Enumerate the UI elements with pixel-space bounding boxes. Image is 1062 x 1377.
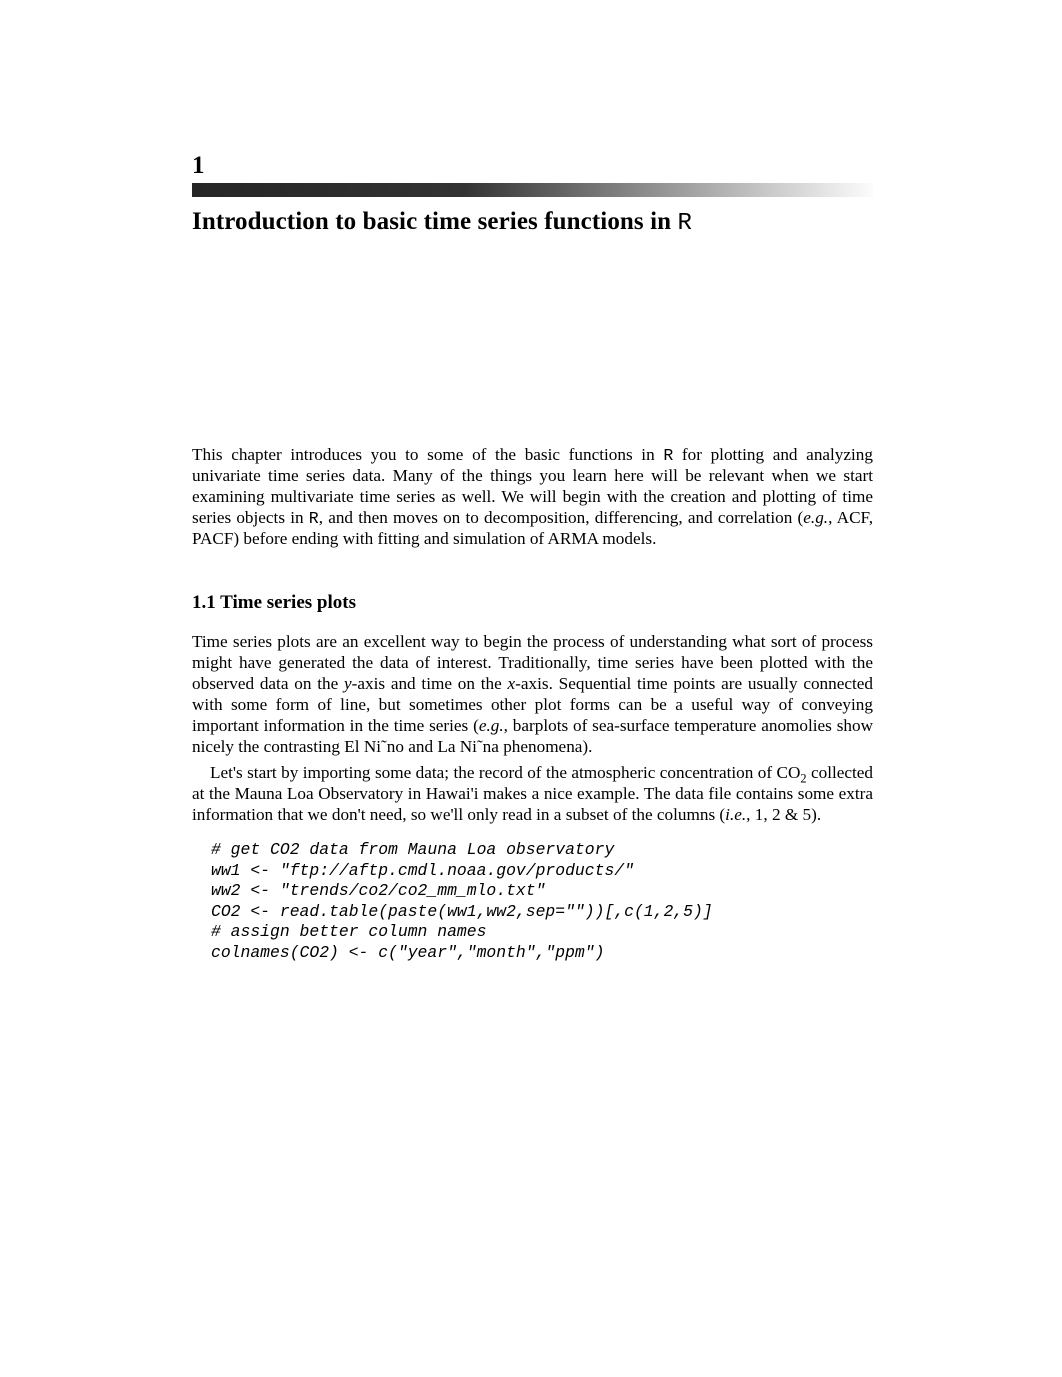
page: 1 Introduction to basic time series func… <box>0 0 1062 1063</box>
section-title: 1.1 Time series plots <box>192 592 873 614</box>
code-line: CO2 <- read.table(paste(ww1,ww2,sep=""))… <box>211 902 713 921</box>
text-emph: i.e. <box>725 805 746 824</box>
horizontal-rule <box>192 183 873 197</box>
chapter-number: 1 <box>192 152 873 180</box>
chapter-title-text: Introduction to basic time series functi… <box>192 208 678 235</box>
chapter-title-code: R <box>678 210 693 237</box>
code-line: # assign better column names <box>211 922 486 941</box>
code-line: ww1 <- "ftp://aftp.cmdl.noaa.gov/product… <box>211 861 634 880</box>
code-line: # get CO2 data from Mauna Loa observator… <box>211 840 614 859</box>
text-emph: e.g. <box>479 716 504 735</box>
text: Let's start by importing some data; the … <box>210 763 800 782</box>
section-number: 1.1 <box>192 592 216 613</box>
section-heading: Time series plots <box>220 592 356 613</box>
body-paragraph-1: Time series plots are an excellent way t… <box>192 632 873 758</box>
code-block: # get CO2 data from Mauna Loa observator… <box>211 840 873 963</box>
body-paragraph-2: Let's start by importing some data; the … <box>192 763 873 826</box>
text: This chapter introduces you to some of t… <box>192 445 663 464</box>
inline-code: R <box>309 509 319 528</box>
intro-paragraph: This chapter introduces you to some of t… <box>192 445 873 550</box>
text: , 1, 2 & 5). <box>746 805 821 824</box>
text: -axis and time on the <box>352 674 508 693</box>
text-emph: e.g. <box>803 508 828 527</box>
text-emph: y <box>344 674 352 693</box>
chapter-title: Introduction to basic time series functi… <box>192 208 873 237</box>
text: , and then moves on to decomposition, di… <box>319 508 804 527</box>
inline-code: R <box>663 446 673 465</box>
code-line: ww2 <- "trends/co2/co2_mm_mlo.txt" <box>211 881 545 900</box>
code-line: colnames(CO2) <- c("year","month","ppm") <box>211 943 604 962</box>
